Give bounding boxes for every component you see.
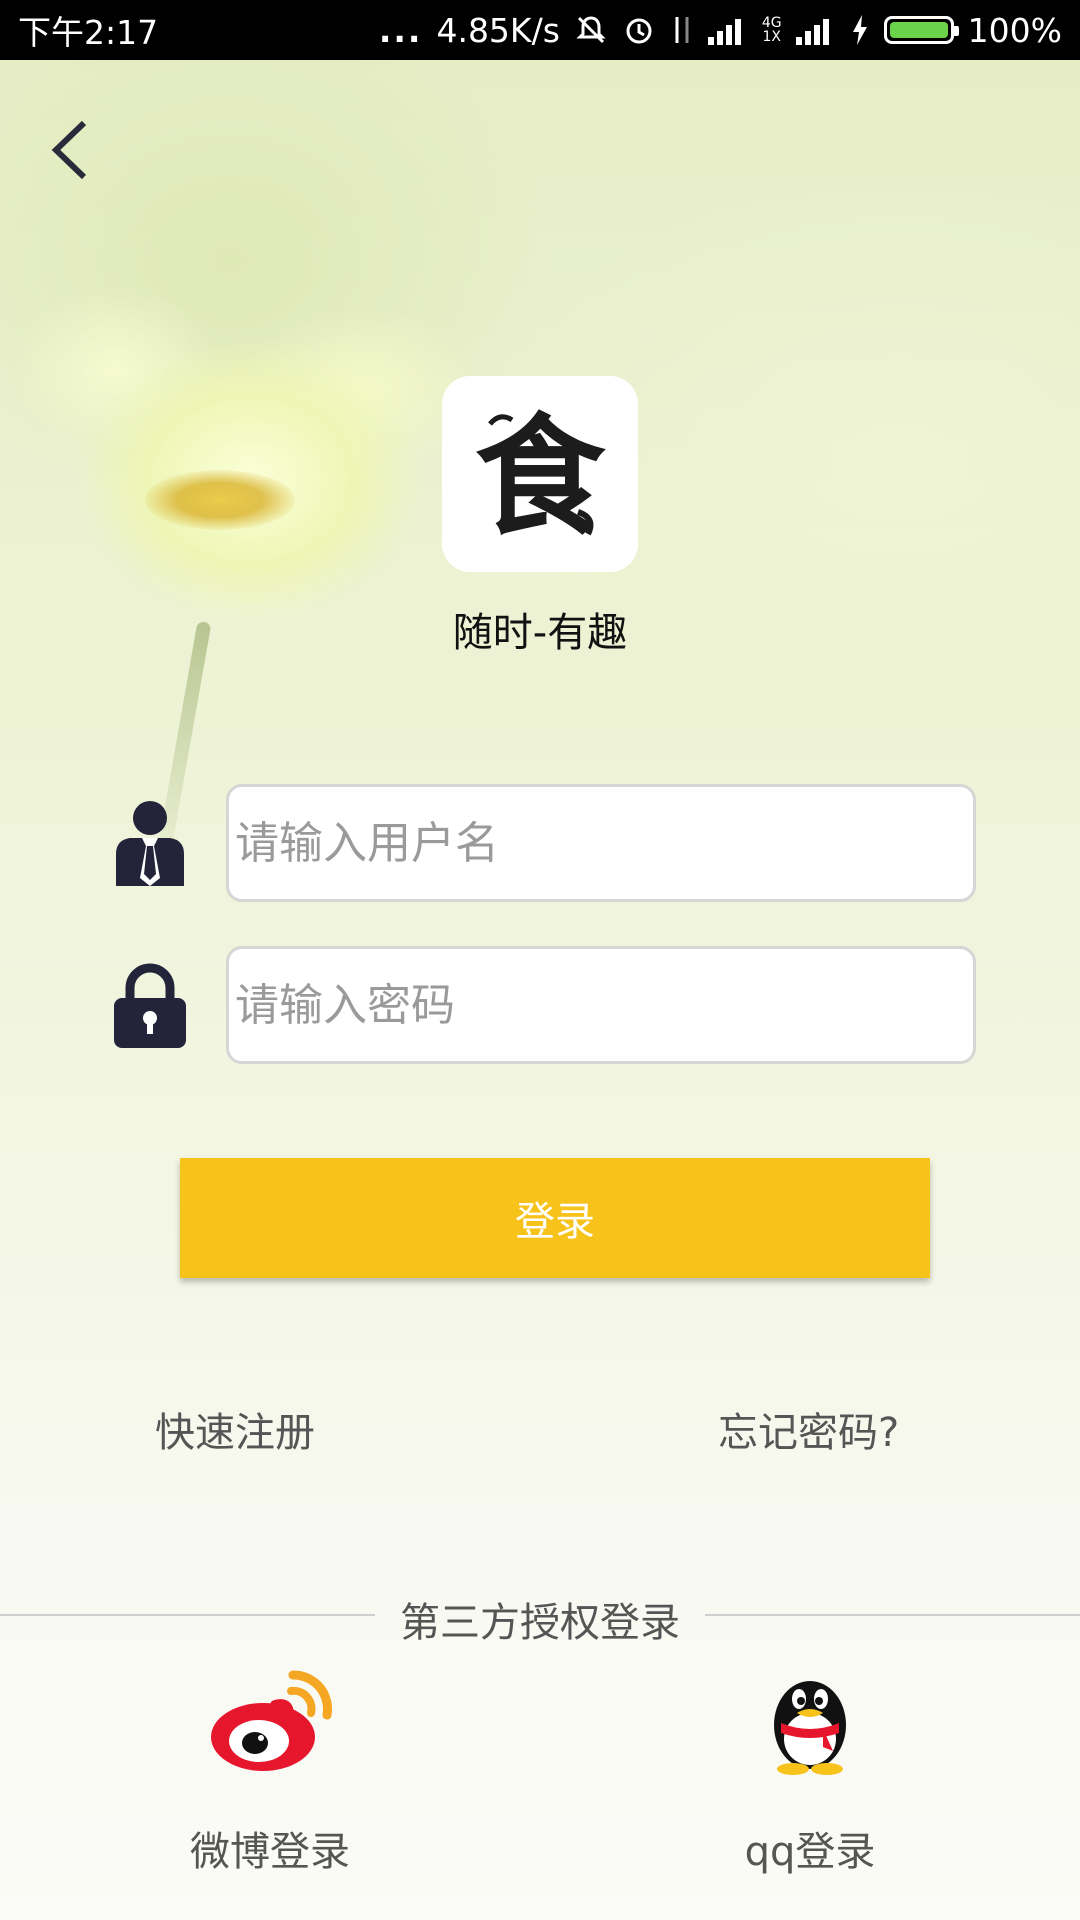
username-row — [110, 784, 980, 902]
back-button[interactable] — [40, 110, 100, 190]
signal-icon-1 — [707, 15, 748, 45]
forgot-password-link[interactable]: 忘记密码? — [718, 1400, 899, 1458]
weibo-icon — [211, 1670, 333, 1771]
flower-center — [145, 470, 295, 530]
svg-text:食: 食 — [475, 400, 606, 553]
battery-icon — [883, 16, 959, 44]
username-input[interactable] — [226, 784, 976, 902]
weibo-login-label: 微博登录 — [190, 1829, 350, 1875]
qq-login-button[interactable]: qq登录 — [680, 1665, 940, 1877]
status-time: 下午2:17 — [18, 13, 159, 52]
alarm-icon — [622, 13, 656, 47]
weibo-login-button[interactable]: 微博登录 — [140, 1665, 400, 1877]
signal-icon-2 — [795, 15, 836, 45]
battery-percent: 100% — [967, 10, 1062, 50]
password-row — [110, 946, 980, 1064]
app-name: 随时-有趣 — [452, 610, 628, 656]
login-button[interactable]: 登录 — [180, 1158, 930, 1278]
register-link[interactable]: 快速注册 — [155, 1400, 315, 1458]
qq-login-label: qq登录 — [744, 1829, 876, 1875]
status-bar: 下午2:17 ... 4.85K/s 4G 1X 100% — [0, 0, 1080, 60]
data-transfer-icon — [670, 13, 694, 47]
network-type: 4G 1X — [761, 15, 782, 45]
logo-glyph: 食 — [475, 400, 606, 553]
user-icon — [116, 801, 184, 886]
status-icons: ... 4.85K/s 4G 1X 100% — [379, 11, 1062, 50]
third-party-title: 第三方授权登录 — [400, 1600, 680, 1646]
notification-dots: ... — [378, 10, 423, 50]
network-speed: 4.85K/s — [436, 10, 560, 50]
qq-penguin-icon — [774, 1681, 846, 1775]
mute-icon — [574, 13, 608, 47]
charging-icon — [850, 13, 870, 47]
app-logo: 食 — [442, 376, 638, 572]
password-input[interactable] — [226, 946, 976, 1064]
lock-icon — [114, 963, 186, 1048]
chevron-left-icon — [51, 120, 87, 180]
